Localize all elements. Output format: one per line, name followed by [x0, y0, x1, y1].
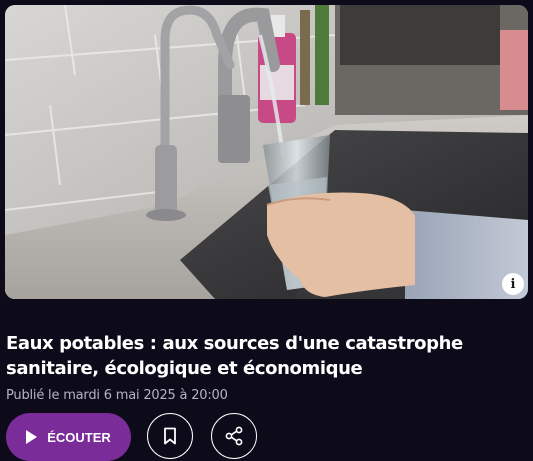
listen-button-label: ÉCOUTER — [47, 429, 111, 445]
share-icon — [225, 426, 243, 446]
publish-date: Publié le mardi 6 mai 2025 à 20:00 — [6, 388, 228, 403]
share-button[interactable] — [211, 413, 257, 459]
bookmark-button[interactable] — [147, 413, 193, 459]
play-icon — [26, 430, 38, 444]
listen-button[interactable]: ÉCOUTER — [6, 413, 131, 461]
article-title: Eaux potables : aux sources d'une catast… — [6, 333, 463, 379]
bookmark-icon — [164, 427, 176, 445]
kitchen-sink-photo — [5, 5, 528, 299]
hero-image: i — [5, 5, 528, 299]
info-icon[interactable]: i — [502, 273, 524, 295]
